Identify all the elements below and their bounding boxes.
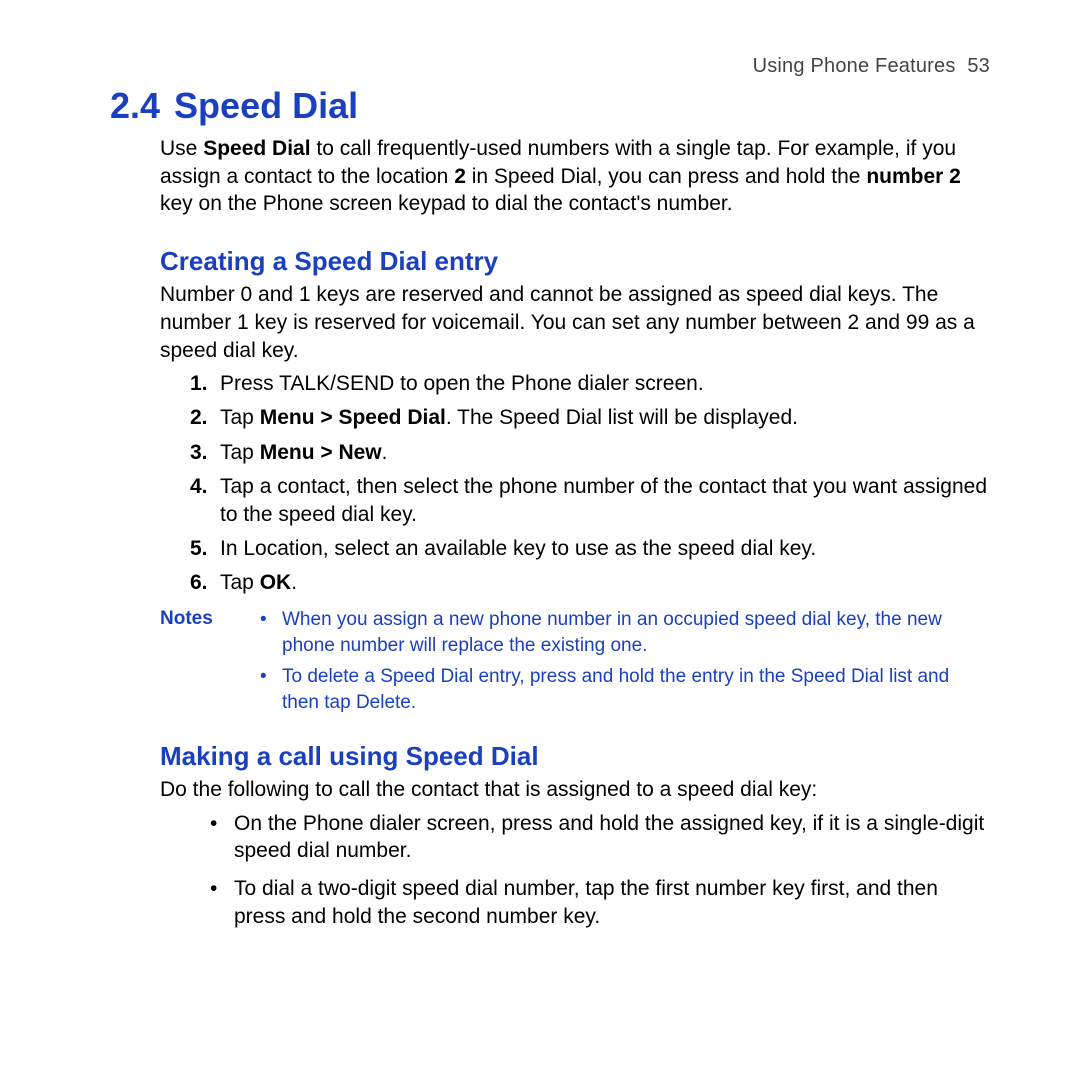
subheading-call: Making a call using Speed Dial — [160, 741, 990, 772]
step-text: Tap — [220, 441, 260, 464]
step-number: 5. — [190, 535, 208, 563]
running-header: Using Phone Features 53 — [753, 55, 990, 78]
step-bold: Menu > Speed Dial — [260, 406, 446, 429]
step-bold: OK — [260, 571, 292, 594]
step-5: 5. In Location, select an available key t… — [190, 535, 990, 563]
page-number: 53 — [967, 55, 990, 77]
step-number: 3. — [190, 439, 208, 467]
step-number: 4. — [190, 473, 208, 501]
step-2: 2. Tap Menu > Speed Dial. The Speed Dial … — [190, 404, 990, 432]
intro-bold: number 2 — [866, 165, 961, 188]
step-4: 4. Tap a contact, then select the phone n… — [190, 473, 990, 529]
notes-list: When you assign a new phone number in an… — [260, 607, 990, 721]
intro-paragraph: Use Speed Dial to call frequently-used n… — [160, 135, 990, 218]
bullet-item: On the Phone dialer screen, press and ho… — [210, 810, 990, 865]
section-title: Speed Dial — [174, 85, 358, 126]
intro-bold: Speed Dial — [203, 137, 310, 160]
chapter-name: Using Phone Features — [753, 55, 956, 77]
step-6: 6. Tap OK. — [190, 569, 990, 597]
note-item: To delete a Speed Dial entry, press and … — [260, 664, 990, 715]
step-1: 1. Press TALK/SEND to open the Phone dial… — [190, 370, 990, 398]
intro-bold: 2 — [454, 165, 466, 188]
step-text: . — [382, 441, 388, 464]
subheading-create: Creating a Speed Dial entry — [160, 246, 990, 277]
step-number: 6. — [190, 569, 208, 597]
call-body: Do the following to call the contact tha… — [160, 776, 990, 804]
step-text: Tap — [220, 571, 260, 594]
step-text: Tap a contact, then select the phone num… — [220, 475, 987, 526]
step-text: In Location, select an available key to … — [220, 537, 816, 560]
intro-text: key on the Phone screen keypad to dial t… — [160, 192, 733, 215]
section-heading: 2.4 Speed Dial — [110, 85, 990, 127]
manual-page: Using Phone Features 53 2.4 Speed Dial Us… — [0, 0, 1080, 1080]
step-text: Press TALK/SEND to open the Phone dialer… — [220, 372, 704, 395]
steps-list: 1. Press TALK/SEND to open the Phone dial… — [110, 370, 990, 597]
step-3: 3. Tap Menu > New. — [190, 439, 990, 467]
call-bullets: On the Phone dialer screen, press and ho… — [110, 810, 990, 931]
create-body: Number 0 and 1 keys are reserved and can… — [160, 281, 990, 364]
notes-block: Notes When you assign a new phone number… — [160, 607, 990, 721]
section-number: 2.4 — [110, 85, 160, 126]
step-text: . The Speed Dial list will be displayed. — [446, 406, 798, 429]
step-number: 2. — [190, 404, 208, 432]
bullet-item: To dial a two-digit speed dial number, t… — [210, 875, 990, 930]
step-number: 1. — [190, 370, 208, 398]
notes-label: Notes — [160, 607, 260, 721]
note-item: When you assign a new phone number in an… — [260, 607, 990, 658]
step-text: Tap — [220, 406, 260, 429]
step-bold: Menu > New — [260, 441, 382, 464]
step-text: . — [291, 571, 297, 594]
intro-text: in Speed Dial, you can press and hold th… — [466, 165, 866, 188]
intro-text: Use — [160, 137, 203, 160]
